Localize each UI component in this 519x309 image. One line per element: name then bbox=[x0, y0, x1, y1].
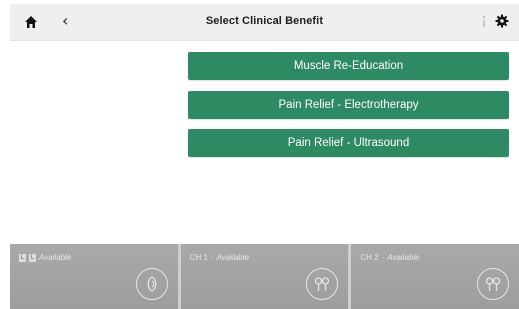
channel-label: CH 2 · Available bbox=[360, 253, 419, 262]
channel-status: Available bbox=[387, 253, 420, 262]
channel-name: CH 2 bbox=[360, 253, 379, 262]
channel-ultrasound[interactable]: L L Available bbox=[10, 244, 178, 309]
channel-badge: L bbox=[19, 253, 26, 262]
pain-relief-ultrasound-button[interactable]: Pain Relief - Ultrasound bbox=[188, 129, 509, 157]
page-title: Select Clinical Benefit bbox=[205, 15, 324, 27]
channel-separator: · bbox=[210, 253, 214, 262]
channel-separator: · bbox=[381, 253, 385, 262]
muscle-re-education-button[interactable]: Muscle Re-Education bbox=[188, 52, 509, 80]
channel-label: CH 1 · Available bbox=[190, 253, 249, 262]
electrode-leads-icon bbox=[306, 268, 339, 300]
pain-relief-electrotherapy-button[interactable]: Pain Relief - Electrotherapy bbox=[188, 91, 509, 119]
info-icon[interactable] bbox=[479, 14, 489, 28]
channel-2[interactable]: CH 2 · Available bbox=[351, 244, 519, 309]
gear-icon[interactable] bbox=[495, 14, 509, 28]
channel-badge: L bbox=[29, 253, 36, 262]
channel-label: L L Available bbox=[19, 253, 71, 262]
ultrasound-head-icon bbox=[135, 268, 168, 300]
channel-bar: L L Available CH 1 · Available CH 2 · Av… bbox=[10, 244, 519, 309]
channel-status: Available bbox=[216, 253, 249, 262]
top-bar: ‹ Select Clinical Benefit bbox=[10, 4, 519, 41]
electrode-leads-icon bbox=[477, 268, 510, 300]
channel-status: Available bbox=[39, 253, 72, 262]
screen: ‹ Select Clinical Benefit Muscle Re-Educ… bbox=[10, 4, 519, 309]
channel-name: CH 1 bbox=[189, 253, 208, 262]
channel-1[interactable]: CH 1 · Available bbox=[180, 244, 349, 309]
